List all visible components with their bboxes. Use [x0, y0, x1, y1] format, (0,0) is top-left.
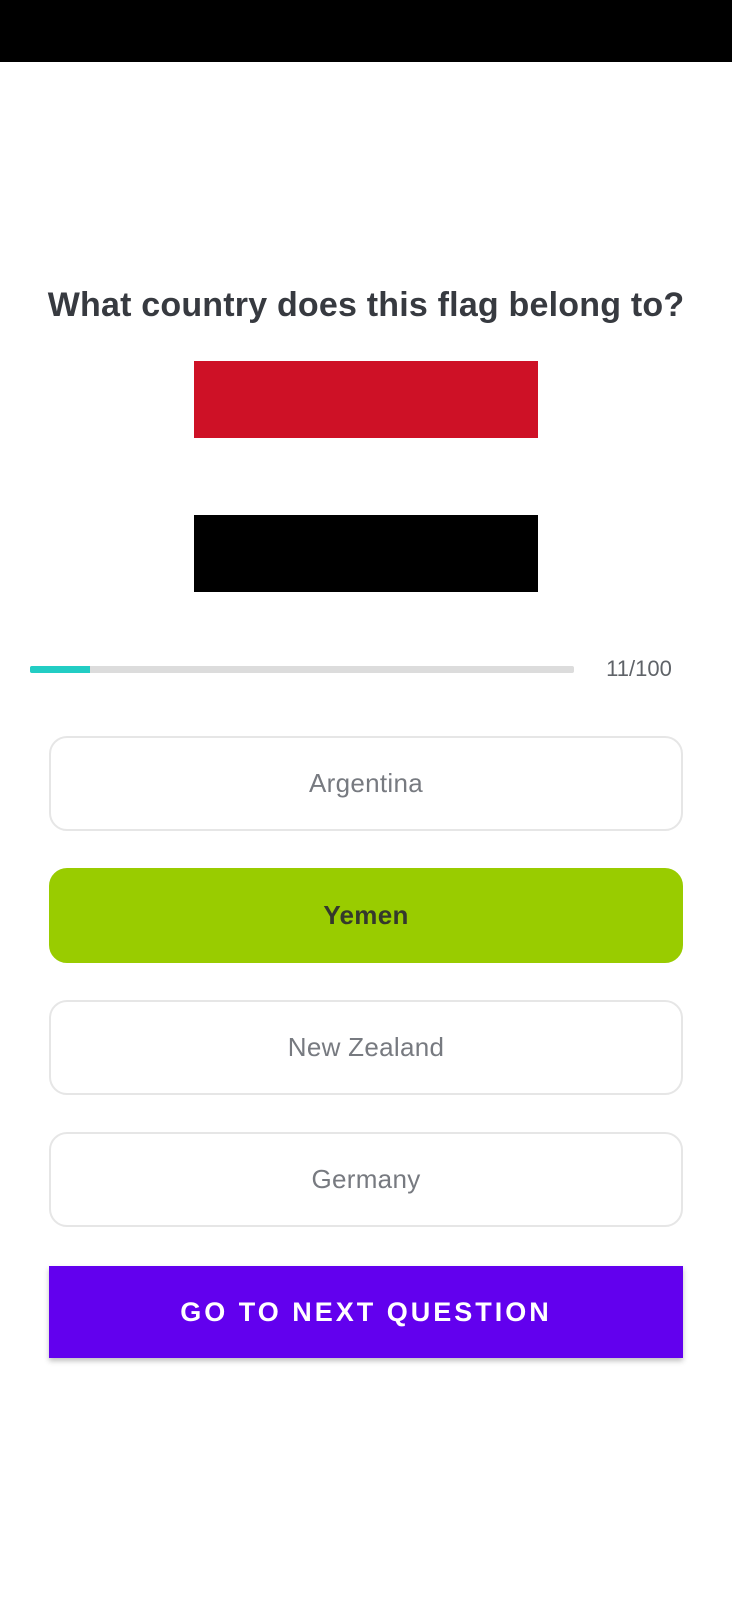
- flag-band-middle: [194, 438, 538, 515]
- next-question-button[interactable]: GO TO NEXT QUESTION: [49, 1266, 683, 1358]
- progress-bar-fill: [30, 666, 90, 673]
- answer-list: Argentina Yemen New Zealand Germany: [49, 736, 683, 1264]
- answer-option-germany[interactable]: Germany: [49, 1132, 683, 1227]
- status-bar: [0, 0, 732, 62]
- answer-option-argentina[interactable]: Argentina: [49, 736, 683, 831]
- flag-band-top: [194, 361, 538, 438]
- answer-option-yemen[interactable]: Yemen: [49, 868, 683, 963]
- flag-image: [194, 361, 538, 592]
- flag-band-bottom: [194, 515, 538, 592]
- answer-option-new-zealand[interactable]: New Zealand: [49, 1000, 683, 1095]
- progress-bar: [30, 666, 574, 673]
- progress-label: 11/100: [606, 656, 672, 681]
- question-text: What country does this flag belong to?: [47, 286, 685, 324]
